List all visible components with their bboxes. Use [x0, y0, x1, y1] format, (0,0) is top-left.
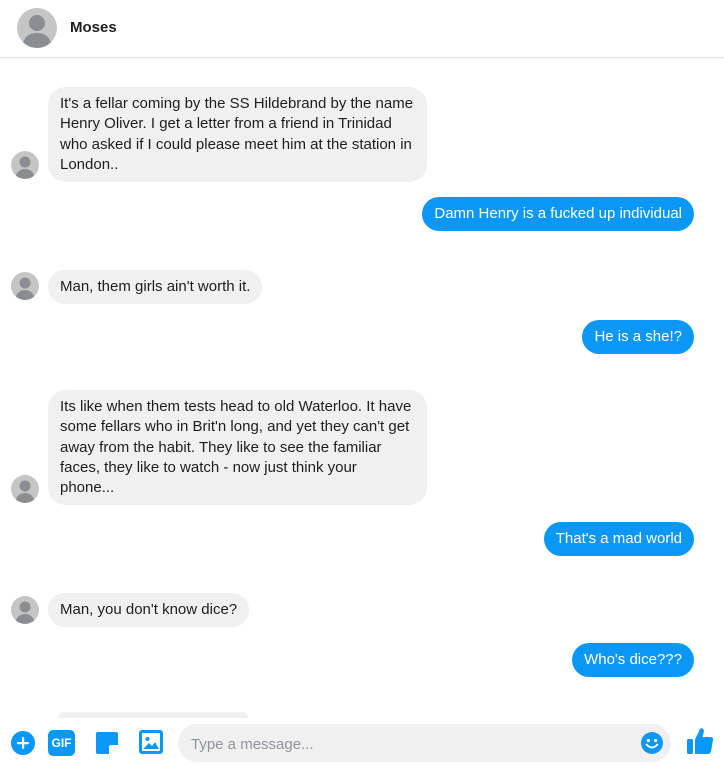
contact-name[interactable]: Moses: [70, 19, 117, 36]
person-silhouette-icon: [15, 480, 35, 503]
avatar[interactable]: [17, 8, 57, 48]
incoming-message: It's a fellar coming by the SS Hildebran…: [48, 87, 427, 183]
gif-icon[interactable]: GIF: [48, 730, 75, 756]
incoming-message: Its like when them tests head to old Wat…: [48, 390, 427, 506]
avatar[interactable]: [11, 475, 39, 503]
person-silhouette-icon: [15, 277, 35, 300]
incoming-message: Man, them girls ain't worth it.: [48, 270, 263, 305]
outgoing-message: That's a mad world: [543, 522, 694, 557]
emoji-icon[interactable]: [640, 731, 664, 755]
incoming-message: Man, you don't know dice?: [48, 593, 250, 628]
image-icon[interactable]: [139, 730, 163, 754]
avatar[interactable]: [11, 596, 39, 624]
person-silhouette-icon: [15, 156, 35, 179]
message-input[interactable]: [189, 724, 633, 764]
message-input-container[interactable]: [178, 724, 671, 764]
person-silhouette-icon: [22, 15, 52, 48]
outgoing-message: He is a she!?: [582, 320, 694, 355]
message-thread: It's a fellar coming by the SS Hildebran…: [0, 59, 724, 715]
conversation-header: Moses: [0, 0, 724, 58]
avatar[interactable]: [11, 272, 39, 300]
outgoing-message: Damn Henry is a fucked up individual: [422, 197, 694, 232]
plus-icon[interactable]: [11, 731, 35, 755]
like-icon[interactable]: [686, 726, 714, 756]
avatar[interactable]: [11, 151, 39, 179]
message-composer: GIF: [0, 718, 724, 768]
sticker-icon[interactable]: [95, 730, 119, 756]
outgoing-message: Who's dice???: [572, 643, 694, 678]
person-silhouette-icon: [15, 601, 35, 624]
